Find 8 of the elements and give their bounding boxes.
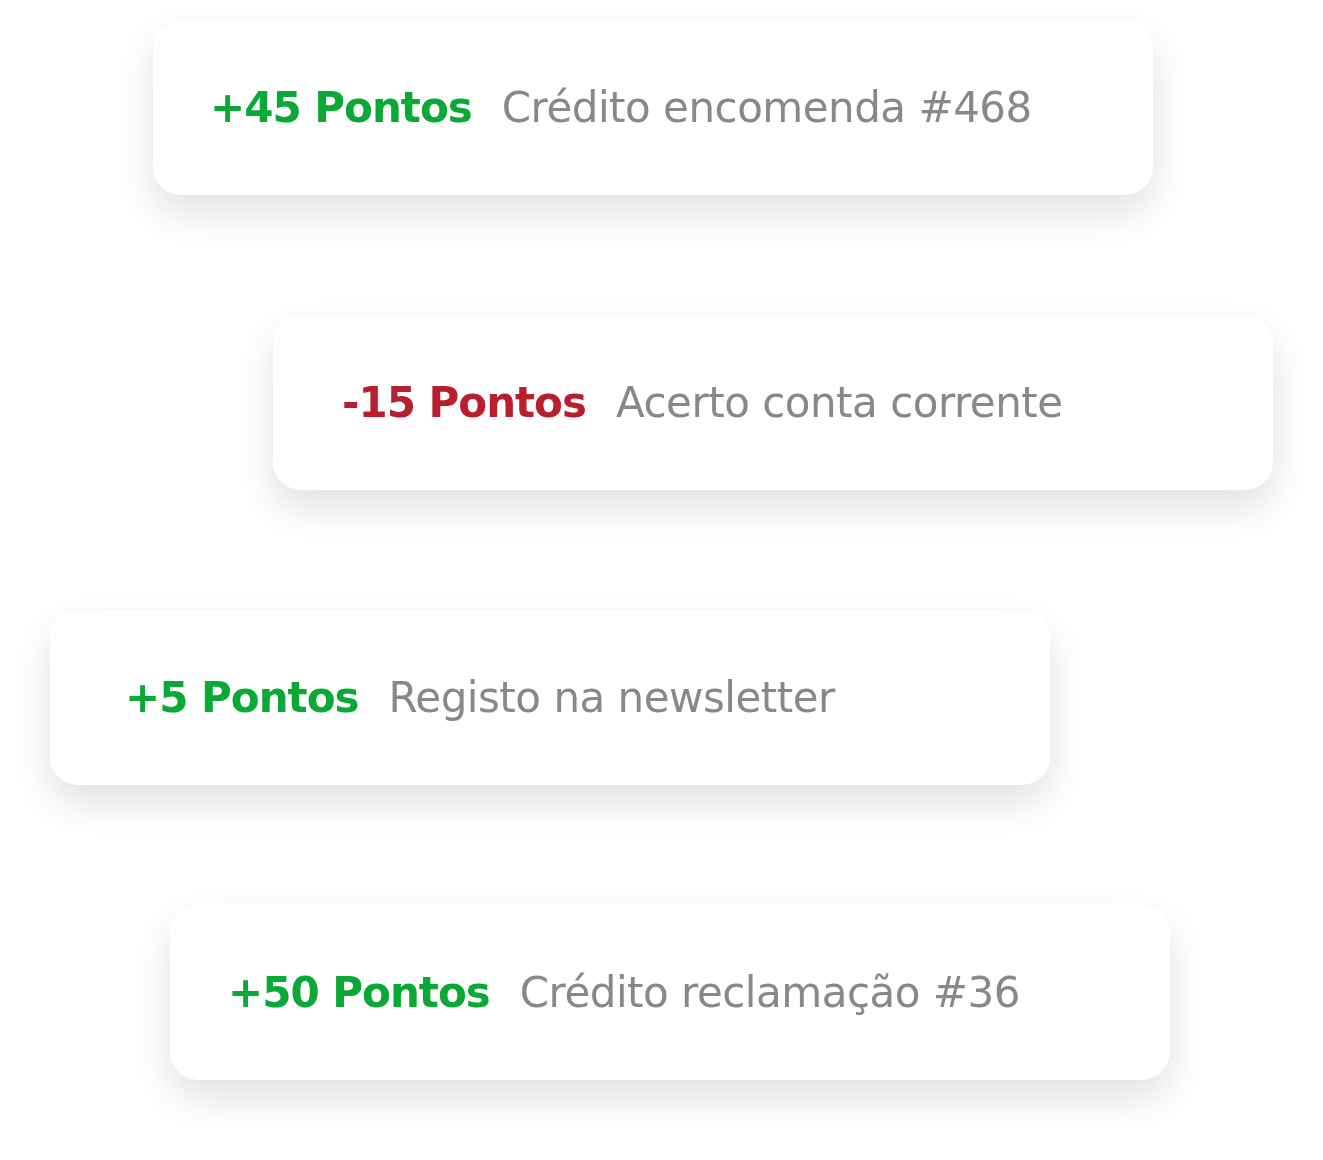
points-amount: +45 Pontos xyxy=(210,83,472,132)
transaction-description: Registo na newsletter xyxy=(388,673,835,722)
points-amount: -15 Pontos xyxy=(342,378,586,427)
transaction-description: Acerto conta corrente xyxy=(615,378,1063,427)
transaction-description: Crédito reclamação #36 xyxy=(519,968,1020,1017)
transaction-description: Crédito encomenda #468 xyxy=(501,83,1032,132)
points-amount: +5 Pontos xyxy=(125,673,359,722)
points-amount: +50 Pontos xyxy=(228,968,490,1017)
